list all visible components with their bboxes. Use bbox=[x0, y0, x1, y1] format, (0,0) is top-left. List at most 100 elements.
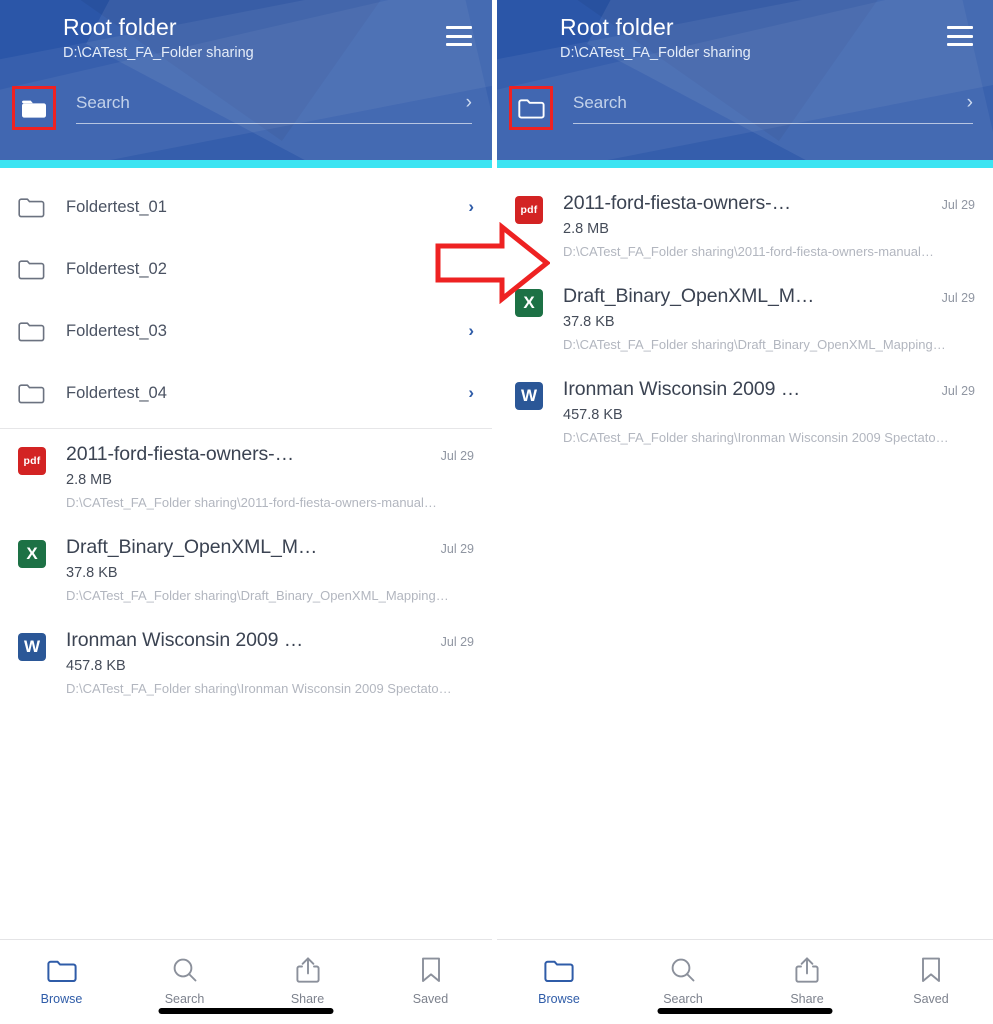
file-date: Jul 29 bbox=[440, 635, 474, 649]
file-date: Jul 29 bbox=[941, 291, 975, 305]
file-type-icon-wrap: pdf bbox=[515, 192, 549, 259]
chevron-right-icon[interactable]: › bbox=[468, 383, 474, 403]
file-path: D:\CATest_FA_Folder sharing\2011-ford-fi… bbox=[66, 495, 437, 510]
page-title: Root folder bbox=[560, 14, 674, 40]
hamburger-menu-icon[interactable] bbox=[947, 26, 973, 46]
chevron-right-icon[interactable]: › bbox=[468, 321, 474, 341]
folder-name: Foldertest_04 bbox=[66, 383, 167, 402]
file-path: D:\CATest_FA_Folder sharing\Draft_Binary… bbox=[563, 337, 946, 352]
home-indicator bbox=[158, 1008, 334, 1014]
file-details: Ironman Wisconsin 2009 … Jul 29 457.8 KB… bbox=[66, 629, 474, 696]
folder-name: Foldertest_02 bbox=[66, 259, 167, 278]
file-type-icon-wrap: pdf bbox=[18, 443, 52, 510]
search-input[interactable]: Search › bbox=[76, 93, 472, 124]
file-path: D:\CATest_FA_Folder sharing\2011-ford-fi… bbox=[563, 244, 934, 259]
list-item-folder[interactable]: Foldertest_01 › bbox=[0, 176, 492, 238]
tab-search[interactable]: Search bbox=[621, 954, 745, 1006]
page-subtitle-path: D:\CATest_FA_Folder sharing bbox=[560, 45, 751, 61]
tab-browse[interactable]: Browse bbox=[0, 954, 123, 1006]
file-type-icon-wrap: X bbox=[18, 536, 52, 603]
folder-outline-icon bbox=[18, 320, 52, 342]
tab-share[interactable]: Share bbox=[246, 954, 369, 1006]
tab-label: Share bbox=[290, 992, 325, 1006]
pdf-file-icon: pdf bbox=[18, 447, 46, 475]
search-placeholder: Search bbox=[76, 92, 130, 112]
file-name: 2011-ford-fiesta-owners-… bbox=[563, 192, 791, 214]
search-row: Search › bbox=[0, 86, 492, 130]
list-item-file[interactable]: pdf 2011-ford-fiesta-owners-… Jul 29 2.8… bbox=[497, 178, 993, 271]
file-date: Jul 29 bbox=[941, 198, 975, 212]
file-type-icon-wrap: X bbox=[515, 285, 549, 352]
file-size: 37.8 KB bbox=[66, 565, 118, 581]
pdf-file-icon: pdf bbox=[515, 196, 543, 224]
right-panel: Root folder D:\CATest_FA_Folder sharing … bbox=[497, 0, 993, 1024]
chevron-right-icon[interactable]: › bbox=[466, 93, 472, 112]
header-top-row: Root folder D:\CATest_FA_Folder sharing bbox=[497, 0, 993, 64]
folder-outline-icon bbox=[517, 97, 545, 119]
page-title: Root folder bbox=[63, 14, 177, 40]
chevron-right-icon[interactable]: › bbox=[468, 259, 474, 279]
tab-saved[interactable]: Saved bbox=[869, 954, 993, 1006]
file-size: 457.8 KB bbox=[66, 658, 126, 674]
chevron-right-icon[interactable]: › bbox=[967, 93, 973, 112]
list-item-file[interactable]: W Ironman Wisconsin 2009 … Jul 29 457.8 … bbox=[497, 364, 993, 457]
share-upload-icon bbox=[295, 954, 321, 986]
file-details: 2011-ford-fiesta-owners-… Jul 29 2.8 MB … bbox=[563, 192, 975, 259]
list-item-folder[interactable]: Foldertest_03 › bbox=[0, 300, 492, 362]
search-input[interactable]: Search › bbox=[573, 93, 973, 124]
accent-strip bbox=[0, 160, 492, 168]
file-type-icon-wrap: W bbox=[515, 378, 549, 445]
search-placeholder: Search bbox=[573, 92, 627, 112]
tab-search[interactable]: Search bbox=[123, 954, 246, 1006]
file-name: Draft_Binary_OpenXML_M… bbox=[563, 285, 815, 307]
header-top-row: Root folder D:\CATest_FA_Folder sharing bbox=[0, 0, 492, 64]
list-item-file[interactable]: X Draft_Binary_OpenXML_M… Jul 29 37.8 KB… bbox=[0, 522, 492, 615]
left-folder-button[interactable] bbox=[12, 86, 56, 130]
magnifier-icon bbox=[171, 954, 199, 986]
tab-browse[interactable]: Browse bbox=[497, 954, 621, 1006]
tab-share[interactable]: Share bbox=[745, 954, 869, 1006]
folder-outline-icon bbox=[18, 196, 52, 218]
file-size: 2.8 MB bbox=[563, 221, 609, 237]
list-item-folder[interactable]: Foldertest_02 › bbox=[0, 238, 492, 300]
file-name: Ironman Wisconsin 2009 … bbox=[66, 629, 304, 651]
folder-outline-icon bbox=[46, 954, 77, 986]
file-size: 37.8 KB bbox=[563, 314, 615, 330]
accent-strip bbox=[497, 160, 993, 168]
right-folder-button[interactable] bbox=[509, 86, 553, 130]
page-subtitle-path: D:\CATest_FA_Folder sharing bbox=[63, 45, 254, 61]
bookmark-icon bbox=[419, 954, 443, 986]
app-header: Root folder D:\CATest_FA_Folder sharing … bbox=[497, 0, 993, 160]
tab-label: Search bbox=[164, 992, 205, 1006]
left-panel: Root folder D:\CATest_FA_Folder sharing bbox=[0, 0, 492, 1024]
word-file-icon: W bbox=[18, 633, 46, 661]
file-path: D:\CATest_FA_Folder sharing\Ironman Wisc… bbox=[563, 430, 949, 445]
list-item-file[interactable]: pdf 2011-ford-fiesta-owners-… Jul 29 2.8… bbox=[0, 429, 492, 522]
file-size: 457.8 KB bbox=[563, 407, 623, 423]
list-item-file[interactable]: W Ironman Wisconsin 2009 … Jul 29 457.8 … bbox=[0, 615, 492, 708]
folder-outline-icon bbox=[18, 258, 52, 280]
list-item-file[interactable]: X Draft_Binary_OpenXML_M… Jul 29 37.8 KB… bbox=[497, 271, 993, 364]
app-header: Root folder D:\CATest_FA_Folder sharing bbox=[0, 0, 492, 160]
list-item-folder[interactable]: Foldertest_04 › bbox=[0, 362, 492, 424]
file-path: D:\CATest_FA_Folder sharing\Ironman Wisc… bbox=[66, 681, 452, 696]
file-type-icon-wrap: W bbox=[18, 629, 52, 696]
file-name: 2011-ford-fiesta-owners-… bbox=[66, 443, 294, 465]
file-path: D:\CATest_FA_Folder sharing\Draft_Binary… bbox=[66, 588, 449, 603]
tab-label: Search bbox=[663, 992, 703, 1006]
chevron-right-icon[interactable]: › bbox=[468, 197, 474, 217]
hamburger-menu-icon[interactable] bbox=[446, 26, 472, 46]
folder-name: Foldertest_01 bbox=[66, 197, 167, 216]
excel-file-icon: X bbox=[18, 540, 46, 568]
excel-file-icon: X bbox=[515, 289, 543, 317]
file-name: Ironman Wisconsin 2009 … bbox=[563, 378, 801, 400]
folder-name: Foldertest_03 bbox=[66, 321, 167, 340]
file-date: Jul 29 bbox=[440, 542, 474, 556]
file-name: Draft_Binary_OpenXML_M… bbox=[66, 536, 318, 558]
tab-saved[interactable]: Saved bbox=[369, 954, 492, 1006]
magnifier-icon bbox=[669, 954, 697, 986]
folder-outline-icon bbox=[544, 954, 574, 986]
tab-label: Share bbox=[790, 992, 824, 1006]
share-upload-icon bbox=[794, 954, 820, 986]
file-date: Jul 29 bbox=[440, 449, 474, 463]
